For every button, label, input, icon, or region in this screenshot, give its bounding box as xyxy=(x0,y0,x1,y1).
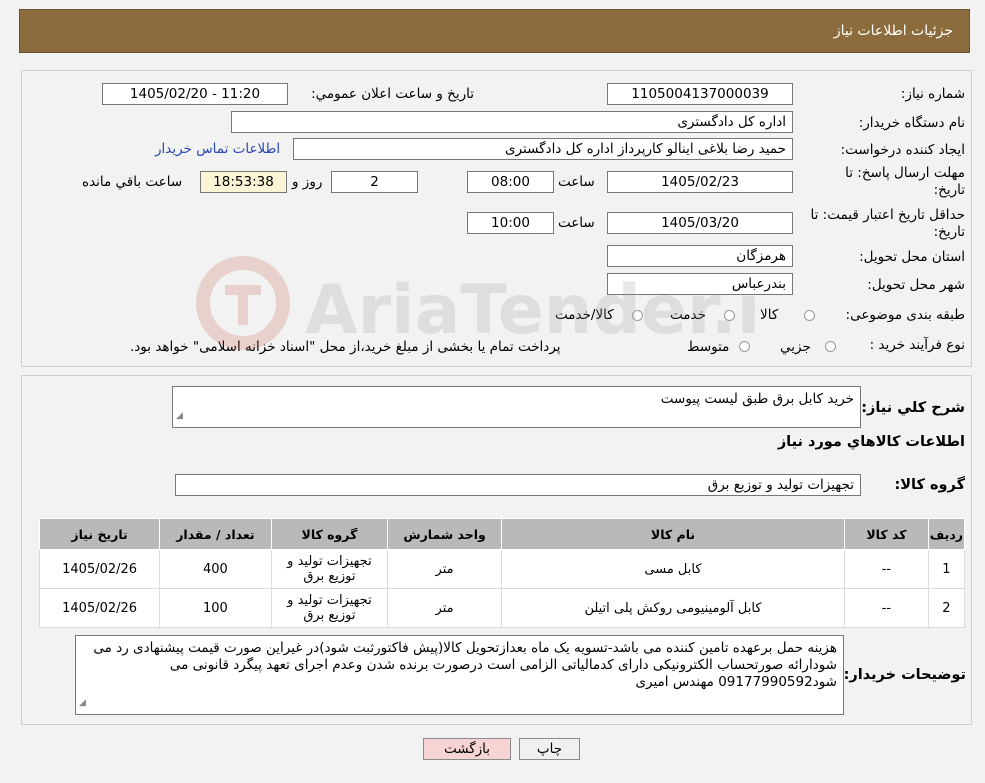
process-option-minor: جزيي xyxy=(780,339,811,355)
announce-label: تاریخ و ساعت اعلان عمومي: xyxy=(311,86,474,102)
info-panel: شماره نیاز: 1105004137000039 تاریخ و ساع… xyxy=(21,70,972,367)
validity-time-field: 10:00 xyxy=(467,212,554,234)
goods-info-title: اطلاعات کالاهاي مورد نياز xyxy=(777,434,965,450)
cell-item-code: -- xyxy=(844,549,929,589)
col-need-date: تاريخ نياز xyxy=(38,518,161,550)
items-table: رديف کد کالا نام کالا واحد شمارش گروه کا… xyxy=(38,518,966,628)
cell-unit: متر xyxy=(387,549,502,589)
need-number-label: شماره نیاز: xyxy=(900,86,965,102)
deadline-date-field: 1405/02/23 xyxy=(607,171,793,193)
summary-label: شرح کلي نياز: xyxy=(861,400,965,416)
deadline-label: مهلت ارسال پاسخ: تا تاريخ: xyxy=(845,165,965,198)
cell-need-date: 1405/02/26 xyxy=(38,588,161,628)
col-item-code: کد کالا xyxy=(844,518,929,550)
city-label: شهر محل تحويل: xyxy=(867,277,965,293)
page-header: جزئیات اطلاعات نیاز xyxy=(19,9,970,53)
category-option-goods: کالا xyxy=(760,307,779,323)
days-label: روز و xyxy=(292,174,323,190)
days-field: 2 xyxy=(331,171,418,193)
resize-handle-icon[interactable]: ◢ xyxy=(176,408,183,425)
table-row: 1 -- کابل مسی متر تجهیزات تولید و توزیع … xyxy=(38,549,966,589)
cell-item-code: -- xyxy=(844,588,929,628)
province-field: هرمزگان xyxy=(607,245,793,267)
col-quantity: تعداد / مقدار xyxy=(159,518,272,550)
cell-goods-group: تجهیزات تولید و توزیع برق xyxy=(270,549,389,589)
buyer-org-label: نام دستگاه خريدار: xyxy=(858,115,965,131)
cell-quantity: 100 xyxy=(159,588,272,628)
creator-label: ايجاد کننده درخواست: xyxy=(840,142,965,158)
process-label: نوع فرآيند خريد : xyxy=(869,337,965,353)
cell-goods-group: تجهیزات تولید و توزیع برق xyxy=(270,588,389,628)
table-header-row: رديف کد کالا نام کالا واحد شمارش گروه کا… xyxy=(38,518,966,550)
cell-need-date: 1405/02/26 xyxy=(38,549,161,589)
buyer-notes-text: هزینه حمل برعهده تامین کننده می باشد-تسو… xyxy=(93,640,837,690)
remaining-label: ساعت باقي مانده xyxy=(82,174,183,190)
process-option-medium: متوسط xyxy=(687,339,730,355)
buyer-notes-textarea: هزینه حمل برعهده تامین کننده می باشد-تسو… xyxy=(75,635,844,715)
goods-group-label: گروه کالا: xyxy=(894,477,965,493)
category-radio-goods[interactable] xyxy=(804,310,815,321)
category-radio-service[interactable] xyxy=(724,310,735,321)
announce-field: 1405/02/20 - 11:20 xyxy=(102,83,288,105)
summary-textarea: خرید کابل برق طبق لیست پیوست ◢ xyxy=(172,386,861,428)
validity-date-field: 1405/03/20 xyxy=(607,212,793,234)
col-unit: واحد شمارش xyxy=(387,518,502,550)
buyer-org-field: اداره کل دادگستری xyxy=(231,111,793,133)
province-label: استان محل تحويل: xyxy=(859,249,965,265)
table-row: 2 -- کابل آلومینیومی روکش پلی اتیلن متر … xyxy=(38,588,966,628)
col-item-name: نام کالا xyxy=(500,518,846,550)
buyer-contact-link[interactable]: اطلاعات تماس خريدار xyxy=(155,141,280,157)
goods-group-field: تجهیزات تولید و توزیع برق xyxy=(175,474,861,496)
page-title: جزئیات اطلاعات نیاز xyxy=(833,23,953,39)
category-option-service: خدمت xyxy=(670,307,706,323)
creator-field: حمید رضا بلاغی اینالو کارپرداز اداره کل … xyxy=(293,138,793,160)
cell-unit: متر xyxy=(387,588,502,628)
cell-quantity: 400 xyxy=(159,549,272,589)
cell-row-number: 2 xyxy=(927,588,966,628)
process-note: پرداخت تمام يا بخشی از مبلغ خريد،از محل … xyxy=(130,339,561,355)
process-radio-minor[interactable] xyxy=(825,341,836,352)
validity-time-label: ساعت xyxy=(558,215,595,231)
validity-label: حداقل تاريخ اعتبار قيمت: تا تاريخ: xyxy=(810,207,965,240)
buyer-notes-label: توضيحات خريدار: xyxy=(843,667,966,683)
deadline-time-label: ساعت xyxy=(558,174,595,190)
cell-row-number: 1 xyxy=(927,549,966,589)
remaining-time-field: 18:53:38 xyxy=(200,171,287,193)
category-label: طبقه بندی موضوعی: xyxy=(845,307,965,323)
deadline-time-field: 08:00 xyxy=(467,171,554,193)
back-button[interactable]: بازگشت xyxy=(423,738,511,760)
need-number-field: 1105004137000039 xyxy=(607,83,793,105)
summary-text: خرید کابل برق طبق لیست پیوست xyxy=(660,391,854,407)
cell-item-name: کابل آلومینیومی روکش پلی اتیلن xyxy=(500,588,846,628)
category-option-goods-service: کالا/خدمت xyxy=(555,307,614,323)
category-radio-goods-service[interactable] xyxy=(632,310,643,321)
col-row-number: رديف xyxy=(927,518,966,550)
process-radio-medium[interactable] xyxy=(739,341,750,352)
print-button[interactable]: چاپ xyxy=(519,738,580,760)
cell-item-name: کابل مسی xyxy=(500,549,846,589)
resize-handle-icon[interactable]: ◢ xyxy=(79,695,86,712)
col-goods-group: گروه کالا xyxy=(270,518,389,550)
city-field: بندرعباس xyxy=(607,273,793,295)
